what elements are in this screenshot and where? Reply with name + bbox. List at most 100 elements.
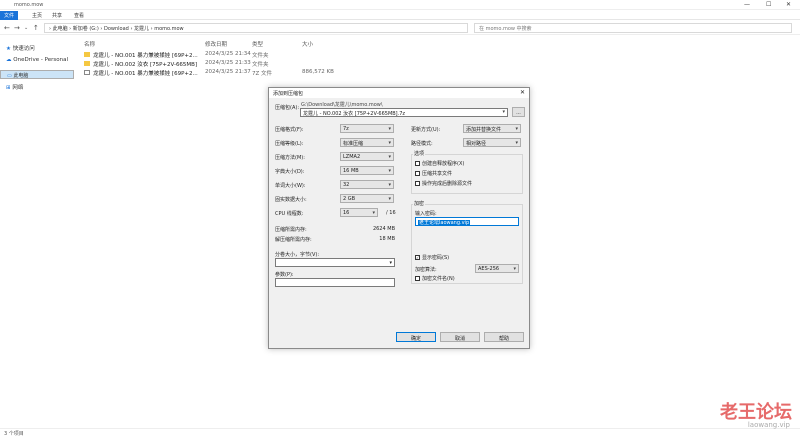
chevron-down-icon: ▾ bbox=[513, 266, 516, 272]
cpu-select[interactable]: 16 ▾ bbox=[340, 208, 378, 217]
dict-select[interactable]: 16 MB ▾ bbox=[340, 166, 394, 175]
show-password-checkbox[interactable]: ✓ 显示密码(S) bbox=[415, 254, 449, 261]
options-title: 选项 bbox=[413, 150, 426, 157]
mem-decomp-label: 解压缩所需内存: bbox=[275, 237, 312, 243]
chevron-down-icon: ▾ bbox=[388, 126, 391, 132]
close-icon[interactable]: ✕ bbox=[786, 1, 791, 8]
word-select[interactable]: 32 ▾ bbox=[340, 180, 394, 189]
column-header-type[interactable]: 类型 bbox=[252, 40, 263, 48]
level-select[interactable]: 标准压缩 ▾ bbox=[340, 138, 394, 147]
window-title: momo.mow bbox=[14, 2, 44, 8]
tab-share[interactable]: 共享 bbox=[48, 11, 66, 20]
folder-icon bbox=[84, 61, 90, 66]
password-value: 老王论坛laowang.vip bbox=[418, 220, 471, 226]
file-size: 886,572 KB bbox=[302, 69, 334, 75]
cpu-total: / 16 bbox=[386, 210, 396, 216]
tab-file[interactable]: 文件 bbox=[0, 11, 19, 20]
enc-method-value: AES-256 bbox=[478, 266, 500, 272]
update-label: 更新方式(U): bbox=[411, 127, 441, 133]
chevron-down-icon: ▾ bbox=[388, 154, 391, 160]
split-size-input[interactable]: ▾ bbox=[275, 258, 395, 267]
maximize-icon[interactable]: ☐ bbox=[766, 1, 771, 8]
table-row[interactable]: 龙霆儿 - NO.001 暴力兼被揉娃 [69P+2... 2024/3/25 … bbox=[84, 69, 384, 77]
sfx-checkbox[interactable]: 创建自释放程序(X) bbox=[415, 160, 464, 167]
file-type: 7Z 文件 bbox=[252, 71, 273, 77]
tab-home[interactable]: 主页 bbox=[28, 11, 46, 20]
checkbox-label: 创建自释放程序(X) bbox=[422, 161, 465, 167]
checkbox-icon bbox=[415, 171, 420, 176]
path-mode-select[interactable]: 相对路径 ▾ bbox=[463, 138, 521, 147]
dict-value: 16 MB bbox=[343, 168, 359, 174]
method-select[interactable]: LZMA2 ▾ bbox=[340, 152, 394, 161]
search-input[interactable]: 在 momo.mow 中搜索 bbox=[474, 23, 792, 33]
archive-file-icon bbox=[84, 70, 90, 75]
solid-select[interactable]: 2 GB ▾ bbox=[340, 194, 394, 203]
word-value: 32 bbox=[343, 182, 350, 188]
method-value: LZMA2 bbox=[343, 154, 361, 160]
format-select[interactable]: 7z ▾ bbox=[340, 124, 394, 133]
level-value: 标准压缩 bbox=[343, 141, 364, 147]
back-icon[interactable]: ← bbox=[4, 24, 10, 32]
column-header-date[interactable]: 修改日期 bbox=[205, 40, 227, 48]
help-button[interactable]: 帮助 bbox=[484, 332, 524, 342]
password-input[interactable]: 老王论坛laowang.vip bbox=[415, 217, 519, 226]
enc-method-label: 加密算法: bbox=[415, 267, 437, 273]
sidebar-item-quick-access[interactable]: ★ 快速访问 bbox=[6, 44, 76, 53]
checkbox-icon bbox=[415, 181, 420, 186]
enc-method-select[interactable]: AES-256 ▾ bbox=[475, 264, 519, 273]
tab-view[interactable]: 查看 bbox=[70, 11, 88, 20]
update-value: 添加并替换文件 bbox=[466, 127, 502, 133]
close-icon[interactable]: ✕ bbox=[520, 89, 525, 96]
table-row[interactable]: 龙霆儿 - NO.001 暴力兼被揉娃 [69P+2... 2024/3/25 … bbox=[84, 51, 384, 59]
address-input[interactable]: › 此电脑 › 新加卷 (G:) › Download › 龙霆儿 › momo… bbox=[44, 23, 468, 33]
address-bar-row: ← → ⌄ ↑ › 此电脑 › 新加卷 (G:) › Download › 龙霆… bbox=[0, 21, 800, 35]
sidebar-item-this-pc[interactable]: ▭ 此电脑 bbox=[0, 70, 74, 79]
password-label: 输入密码: bbox=[415, 211, 437, 217]
encrypt-names-checkbox[interactable]: 加密文件名(N) bbox=[415, 275, 455, 282]
chevron-down-icon: ▾ bbox=[515, 140, 518, 146]
checkbox-label: 加密文件名(N) bbox=[422, 276, 455, 282]
file-name: 龙霆儿 - NO.002 汝衣 [75P+2V-665MB] bbox=[93, 62, 198, 68]
minimize-icon[interactable]: — bbox=[744, 1, 750, 8]
format-label: 压缩格式(F): bbox=[275, 127, 304, 133]
column-header-size[interactable]: 大小 bbox=[302, 40, 313, 48]
sidebar-item-onedrive[interactable]: ☁ OneDrive - Personal bbox=[6, 57, 76, 66]
checkbox-label: 显示密码(S) bbox=[422, 255, 450, 261]
up-icon[interactable]: ↑ bbox=[33, 24, 39, 32]
column-header-name[interactable]: 名称 bbox=[84, 40, 95, 48]
forward-icon[interactable]: → bbox=[14, 24, 20, 32]
cancel-button[interactable]: 取消 bbox=[440, 332, 480, 342]
solid-label: 固实数据大小: bbox=[275, 197, 307, 203]
chevron-down-icon[interactable]: ⌄ bbox=[24, 25, 28, 31]
sidebar-item-network[interactable]: ⊞ 网络 bbox=[6, 83, 76, 92]
solid-value: 2 GB bbox=[343, 196, 356, 202]
file-name: 龙霆儿 - NO.001 暴力兼被揉娃 [69P+2... bbox=[93, 71, 198, 77]
checkbox-icon bbox=[415, 161, 420, 166]
ribbon: 文件 主页 共享 查看 bbox=[0, 10, 800, 20]
chevron-down-icon: ▾ bbox=[388, 168, 391, 174]
dialog-title: 添加到压缩包 bbox=[273, 91, 304, 97]
item-count: 3 个项目 bbox=[4, 431, 24, 437]
chevron-down-icon: ▾ bbox=[515, 126, 518, 132]
delete-after-checkbox[interactable]: 操作完成后删除源文件 bbox=[415, 180, 472, 187]
archive-dropdown[interactable]: ▾ bbox=[469, 108, 507, 117]
sidebar-item-label: OneDrive - Personal bbox=[13, 57, 68, 63]
ok-button[interactable]: 确定 bbox=[396, 332, 436, 342]
mem-decomp-value: 18 MB bbox=[379, 236, 395, 242]
encryption-title: 加密 bbox=[413, 200, 426, 207]
star-icon: ★ bbox=[6, 46, 13, 52]
table-row[interactable]: 龙霆儿 - NO.002 汝衣 [75P+2V-665MB] 2024/3/25… bbox=[84, 60, 384, 68]
format-value: 7z bbox=[343, 126, 349, 132]
chevron-down-icon: ▾ bbox=[388, 182, 391, 188]
file-name: 龙霆儿 - NO.001 暴力兼被揉娃 [69P+2... bbox=[93, 53, 198, 59]
browse-button[interactable]: ... bbox=[512, 107, 525, 117]
archive-label: 压缩包(A): bbox=[275, 105, 300, 111]
mem-comp-label: 压缩所需内存: bbox=[275, 227, 307, 233]
shared-files-checkbox[interactable]: 压缩共享文件 bbox=[415, 170, 452, 177]
update-select[interactable]: 添加并替换文件 ▾ bbox=[463, 124, 521, 133]
path-mode-label: 路径模式: bbox=[411, 141, 433, 147]
sidebar-item-label: 此电脑 bbox=[13, 73, 29, 79]
status-bar: 3 个项目 bbox=[0, 428, 800, 437]
params-input[interactable] bbox=[275, 278, 395, 287]
cpu-label: CPU 线程数: bbox=[275, 211, 304, 217]
